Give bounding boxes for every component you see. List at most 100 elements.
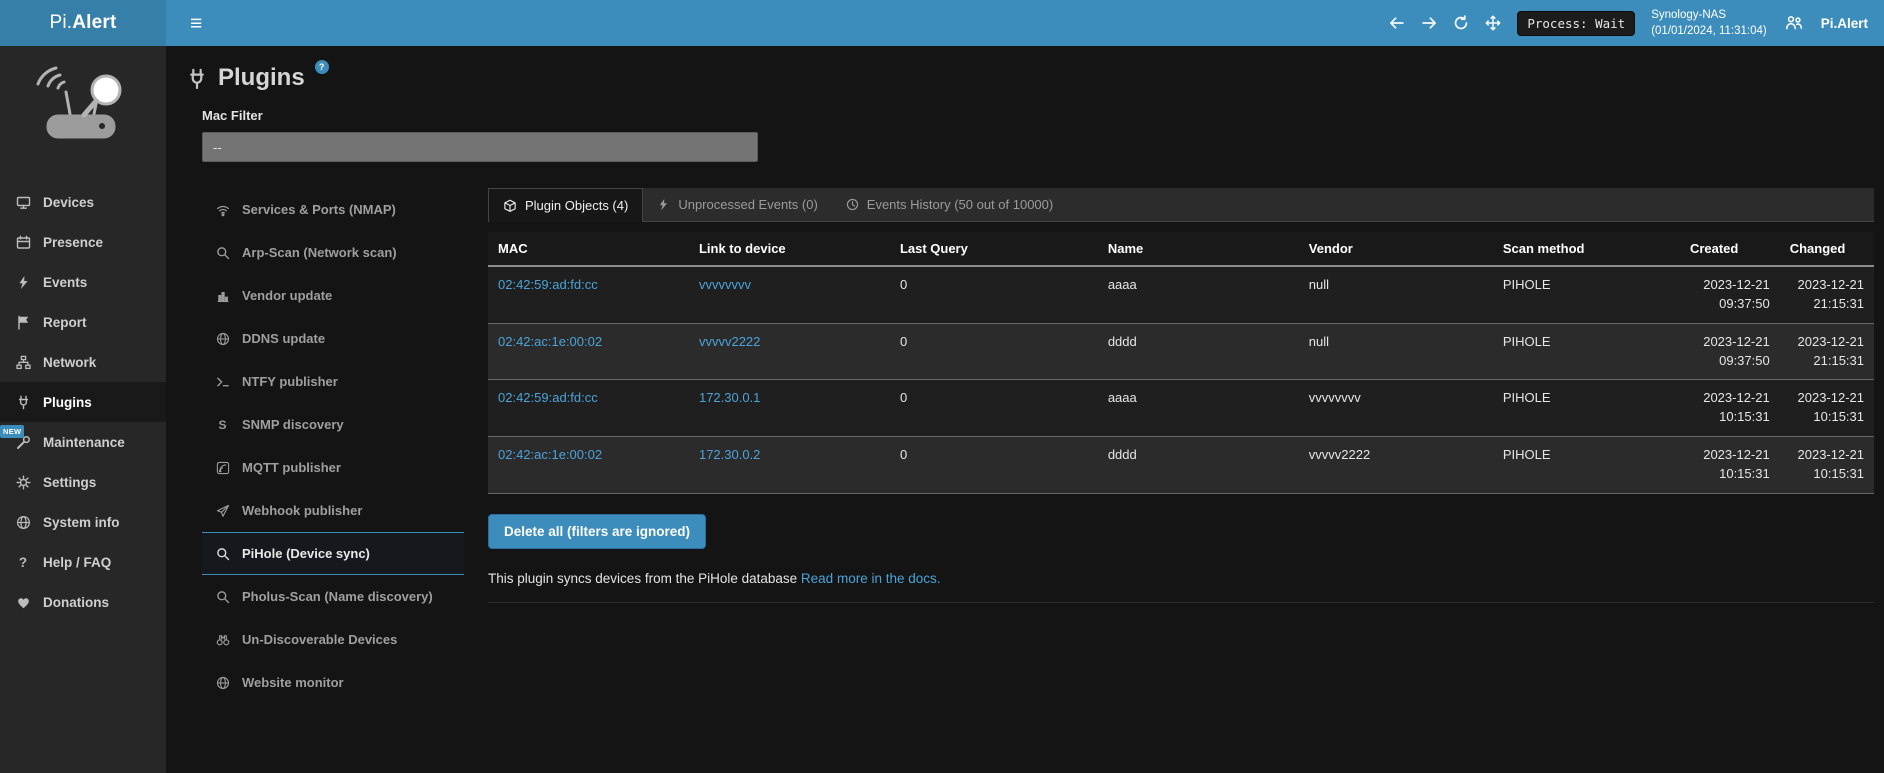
docs-link[interactable]: Read more in the docs. [801,571,941,586]
brand-logo[interactable]: Pi.Alert [0,0,166,46]
sidebar-item-network[interactable]: Network [0,342,166,382]
clock-icon [846,198,859,211]
flag-icon [14,315,32,330]
sidebar-item-presence[interactable]: Presence [0,222,166,262]
plugin-item-arp-scan[interactable]: Arp-Scan (Network scan) [202,231,464,274]
mac-filter-input[interactable] [202,132,758,162]
column-header-changed: Changed [1780,232,1874,266]
column-header-created: Created [1680,232,1780,266]
cell-mac: 02:42:ac:1e:00:02 [488,437,689,494]
cell-link-to-device: 172.30.0.2 [689,437,890,494]
table-row: 02:42:59:ad:fd:cc vvvvvvvv 0 aaaa null P… [488,266,1874,323]
plugin-item-undiscoverable-devices[interactable]: Un-Discoverable Devices [202,618,464,661]
host-info: Synology-NAS (01/01/2024, 11:31:04) [1651,7,1767,39]
sidebar-item-events[interactable]: Events [0,262,166,302]
plugins-content-row: Services & Ports (NMAP) Arp-Scan (Networ… [202,188,1876,704]
page-title-text: Plugins [218,64,305,92]
cell-changed: 2023-12-21 21:15:31 [1780,266,1874,323]
brand-prefix: Pi. [49,12,72,34]
sidebar-item-donations[interactable]: Donations [0,582,166,622]
tab-plugin-objects[interactable]: Plugin Objects (4) [488,188,643,222]
plugin-item-label: Pholus-Scan (Name discovery) [242,589,433,604]
sidebar-item-plugins[interactable]: Plugins [0,382,166,422]
sidebar-item-label: Report [43,315,87,330]
nav-forward-icon[interactable] [1421,15,1437,31]
plugin-item-label: PiHole (Device sync) [242,546,370,561]
column-header-scan-method: Scan method [1493,232,1680,266]
column-header-vendor: Vendor [1299,232,1493,266]
device-link[interactable]: 172.30.0.2 [699,447,760,462]
tab-events-history[interactable]: Events History (50 out of 10000) [832,188,1067,221]
topbar-right-cluster: Process: Wait Synology-NAS (01/01/2024, … [1389,7,1868,39]
cell-mac: 02:42:59:ad:fd:cc [488,380,689,437]
plugin-objects-table: MAC Link to device Last Query Name Vendo… [488,232,1874,494]
mac-link[interactable]: 02:42:59:ad:fd:cc [498,390,598,405]
tab-label: Plugin Objects (4) [525,198,628,213]
sidebar-item-maintenance[interactable]: NEW Maintenance [0,422,166,462]
mac-link[interactable]: 02:42:ac:1e:00:02 [498,334,602,349]
plugin-item-webhook-publisher[interactable]: Webhook publisher [202,489,464,532]
column-header-mac: MAC [488,232,689,266]
plugin-item-pihole[interactable]: PiHole (Device sync) [202,532,464,575]
sidebar: Devices Presence Events Report Network P… [0,46,166,773]
cell-last-query: 0 [890,323,1098,380]
cell-scan-method: PIHOLE [1493,266,1680,323]
plugin-item-pholus-scan[interactable]: Pholus-Scan (Name discovery) [202,575,464,618]
sidebar-item-label: Help / FAQ [43,555,111,570]
cell-vendor: vvvvvvvv [1299,380,1493,437]
host-name: Synology-NAS [1651,7,1767,23]
mac-link[interactable]: 02:42:ac:1e:00:02 [498,447,602,462]
plugin-item-ddns-update[interactable]: DDNS update [202,317,464,360]
delete-all-button[interactable]: Delete all (filters are ignored) [488,514,706,549]
move-icon[interactable] [1485,15,1501,31]
device-link[interactable]: 172.30.0.1 [699,390,760,405]
plugin-item-vendor-update[interactable]: Vendor update [202,274,464,317]
sidebar-item-label: System info [43,515,120,530]
cell-changed: 2023-12-21 10:15:31 [1780,380,1874,437]
plugin-item-snmp-discovery[interactable]: S SNMP discovery [202,403,464,446]
mac-link[interactable]: 02:42:59:ad:fd:cc [498,277,598,292]
device-link[interactable]: vvvvvvvv [699,277,751,292]
paper-plane-icon [214,504,231,518]
mac-filter-block: Mac Filter [202,108,1876,162]
sidebar-item-settings[interactable]: Settings [0,462,166,502]
binoculars-icon [214,633,231,647]
cell-name: aaaa [1098,380,1299,437]
sidebar-item-label: Devices [43,195,94,210]
table-header-row: MAC Link to device Last Query Name Vendo… [488,232,1874,266]
bar-chart-icon [214,289,231,303]
hamburger-menu-icon[interactable]: ≡ [182,9,210,38]
page-title: Plugins ? [186,64,1876,92]
plugin-description-text: This plugin syncs devices from the PiHol… [488,571,797,586]
search-icon [214,547,231,561]
refresh-icon[interactable] [1453,15,1469,31]
tab-label: Unprocessed Events (0) [678,197,817,212]
sidebar-item-devices[interactable]: Devices [0,182,166,222]
topbar-user-label[interactable]: Pi.Alert [1821,16,1868,31]
sidebar-item-help-faq[interactable]: ? Help / FAQ [0,542,166,582]
tab-unprocessed-events[interactable]: Unprocessed Events (0) [643,188,831,221]
device-link[interactable]: vvvvv2222 [699,334,760,349]
question-icon: ? [14,555,32,570]
sidebar-item-system-info[interactable]: System info [0,502,166,542]
globe-icon [14,515,32,530]
plugin-item-mqtt-publisher[interactable]: MQTT publisher [202,446,464,489]
plugin-item-services-ports[interactable]: Services & Ports (NMAP) [202,188,464,231]
plugin-item-website-monitor[interactable]: Website monitor [202,661,464,704]
plugin-item-label: DDNS update [242,331,325,346]
nav-back-icon[interactable] [1389,15,1405,31]
cell-link-to-device: vvvvv2222 [689,323,890,380]
cell-last-query: 0 [890,266,1098,323]
globe-icon [214,676,231,690]
cell-changed: 2023-12-21 10:15:31 [1780,437,1874,494]
plugin-item-label: Un-Discoverable Devices [242,632,397,647]
table-row: 02:42:ac:1e:00:02 172.30.0.2 0 dddd vvvv… [488,437,1874,494]
help-badge[interactable]: ? [315,60,329,74]
plugin-item-ntfy-publisher[interactable]: NTFY publisher [202,360,464,403]
column-header-last-query: Last Query [890,232,1098,266]
topbar: Pi.Alert ≡ Process: Wait Synology-NAS (0… [0,0,1884,46]
sidebar-item-report[interactable]: Report [0,302,166,342]
cell-scan-method: PIHOLE [1493,437,1680,494]
cell-created: 2023-12-21 09:37:50 [1680,266,1780,323]
users-icon [1783,14,1805,32]
